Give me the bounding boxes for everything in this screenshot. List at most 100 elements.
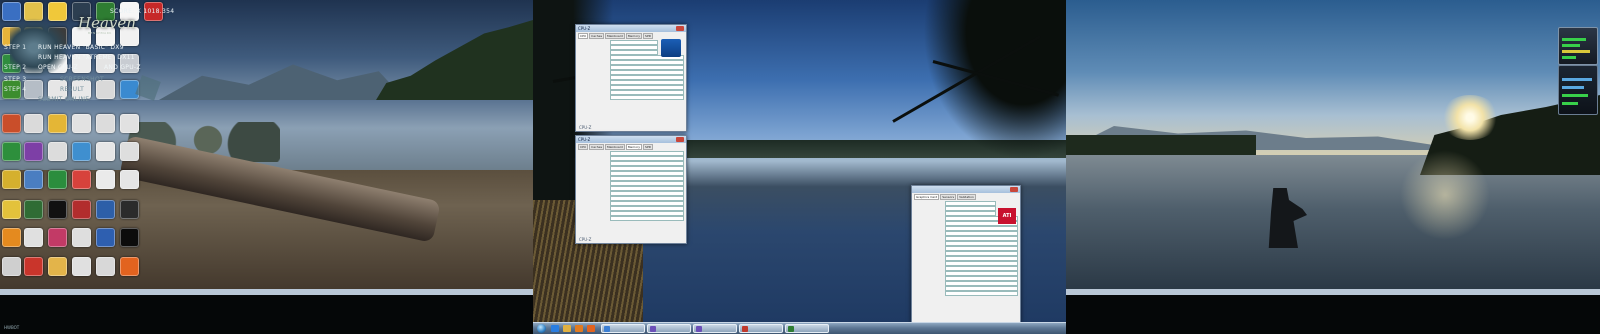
wallpaper-tree-right xyxy=(923,0,1066,160)
taskbar-task[interactable] xyxy=(693,324,737,333)
document-icon[interactable] xyxy=(96,114,115,133)
document-icon[interactable] xyxy=(24,114,43,133)
cpuz-titlebar[interactable]: CPU-Z xyxy=(576,25,686,32)
network-meter-gadget[interactable] xyxy=(1558,65,1598,115)
run-heaven-xtreme-button[interactable]: RUN HEAVEN "XTREME" DX11 xyxy=(38,54,135,61)
app-shortcut-icon[interactable] xyxy=(72,200,91,219)
app-shortcut-icon[interactable] xyxy=(24,200,43,219)
app-shortcut-icon[interactable] xyxy=(96,200,115,219)
step-2-label: STEP 2 xyxy=(4,64,27,71)
gpuz-window[interactable]: Graphics Card Sensors Validation ATI xyxy=(911,185,1021,323)
cpuz-memory-window[interactable]: CPU-Z CPU Caches Mainboard Memory SPD CP… xyxy=(575,135,687,244)
tab-memory[interactable]: Memory xyxy=(625,33,643,39)
explorer-folder-icon[interactable] xyxy=(563,325,571,332)
folder-icon[interactable] xyxy=(2,170,21,189)
tab-mainboard[interactable]: Mainboard xyxy=(605,144,625,150)
cpu-meter-gadget[interactable] xyxy=(1558,27,1598,65)
window-title: CPU-Z xyxy=(578,26,591,31)
app-shortcut-icon[interactable] xyxy=(48,228,67,247)
tab-memory[interactable]: Memory xyxy=(625,144,643,150)
cpu-usage-bar xyxy=(1562,44,1580,47)
wallpaper-sun-reflection xyxy=(1400,150,1490,240)
network-bar xyxy=(1562,78,1592,81)
app-shortcut-icon[interactable] xyxy=(24,142,43,161)
app-shortcut-icon[interactable] xyxy=(72,170,91,189)
document-icon[interactable] xyxy=(72,114,91,133)
heaven-logo-subtitle: BENCHMARK xyxy=(88,31,112,35)
step-4-label: STEP 4 xyxy=(4,86,27,93)
taskbar-task[interactable] xyxy=(785,324,829,333)
app-shortcut-icon[interactable] xyxy=(72,142,91,161)
app-shortcut-icon[interactable] xyxy=(2,114,21,133)
right-monitor-bottom-edge xyxy=(1066,289,1600,295)
app-shortcut-icon[interactable] xyxy=(48,200,67,219)
taskbar-task[interactable] xyxy=(647,324,691,333)
cpuz-icon xyxy=(696,326,702,332)
document-icon[interactable] xyxy=(2,257,21,276)
document-icon[interactable] xyxy=(96,142,115,161)
firefox-icon[interactable] xyxy=(120,257,139,276)
tab-spd[interactable]: SPD xyxy=(643,33,654,39)
internet-explorer-icon[interactable] xyxy=(551,325,559,332)
folder-icon[interactable] xyxy=(48,257,67,276)
submit-online-button[interactable]: SUBMIT ONLINE xyxy=(38,96,89,103)
tab-validation[interactable]: Validation xyxy=(957,194,976,200)
gpuz-titlebar[interactable] xyxy=(912,186,1020,193)
result-button[interactable]: RESULT xyxy=(60,86,84,93)
document-icon[interactable] xyxy=(72,228,91,247)
taskbar-task[interactable] xyxy=(601,324,645,333)
app-shortcut-icon[interactable] xyxy=(2,142,21,161)
app-shortcut-icon[interactable] xyxy=(2,200,21,219)
row-value xyxy=(609,216,684,221)
app-shortcut-icon[interactable] xyxy=(48,170,67,189)
app-shortcut-icon[interactable] xyxy=(24,170,43,189)
step-3-label: STEP 3 xyxy=(4,76,27,83)
app-shortcut-icon[interactable] xyxy=(120,200,139,219)
app-shortcut-icon[interactable] xyxy=(2,228,21,247)
tab-caches[interactable]: Caches xyxy=(589,144,605,150)
app-shortcut-icon[interactable] xyxy=(120,228,139,247)
tab-mainboard[interactable]: Mainboard xyxy=(605,33,625,39)
media-player-icon[interactable] xyxy=(575,325,583,332)
document-icon[interactable] xyxy=(96,257,115,276)
document-icon[interactable] xyxy=(24,228,43,247)
close-button[interactable] xyxy=(676,26,684,31)
open-gpuz-button[interactable]: AND GPU-Z xyxy=(104,64,141,71)
wallpaper-forest xyxy=(370,20,533,110)
wallpaper-forest xyxy=(1066,135,1256,157)
tab-caches[interactable]: Caches xyxy=(589,33,605,39)
window-title: CPU-Z xyxy=(578,137,591,142)
document-icon[interactable] xyxy=(120,142,139,161)
taskbar-task[interactable] xyxy=(739,324,783,333)
document-icon[interactable] xyxy=(48,142,67,161)
document-icon[interactable] xyxy=(72,257,91,276)
close-button[interactable] xyxy=(1010,187,1018,192)
folder-icon[interactable] xyxy=(48,114,67,133)
app-shortcut-icon[interactable] xyxy=(96,228,115,247)
close-button[interactable] xyxy=(676,137,684,142)
info-row xyxy=(576,216,686,221)
document-icon[interactable] xyxy=(120,170,139,189)
tab-cpu[interactable]: CPU xyxy=(578,33,589,39)
ati-logo-icon: ATI xyxy=(998,208,1016,224)
cpuz-cpu-window[interactable]: CPU-Z CPU Caches Mainboard Memory SPD CP… xyxy=(575,24,687,132)
tab-spd[interactable]: SPD xyxy=(643,144,654,150)
open-cpuz-button[interactable]: OPEN CPU-Z xyxy=(38,64,78,71)
hwbot-label: HWBOT xyxy=(4,325,20,330)
tab-graphics-card[interactable]: Graphics Card xyxy=(914,194,940,200)
tab-cpu[interactable]: CPU xyxy=(578,144,589,150)
document-icon[interactable] xyxy=(96,170,115,189)
app-shortcut-icon[interactable] xyxy=(24,257,43,276)
cpuz-titlebar[interactable]: CPU-Z xyxy=(576,136,686,143)
left-monitor-bottom-edge xyxy=(0,289,533,295)
heaven-icon xyxy=(788,326,794,332)
network-bar xyxy=(1562,102,1578,105)
document-icon[interactable] xyxy=(120,114,139,133)
start-button[interactable] xyxy=(537,324,546,333)
info-row xyxy=(576,95,686,100)
row-value xyxy=(945,291,1018,296)
firefox-icon[interactable] xyxy=(587,325,595,332)
tab-sensors[interactable]: Sensors xyxy=(940,194,957,200)
run-heaven-basic-button[interactable]: RUN HEAVEN "BASIC" DX9 xyxy=(38,44,124,51)
screenshot-button[interactable]: SCREENSHOT xyxy=(60,76,104,83)
